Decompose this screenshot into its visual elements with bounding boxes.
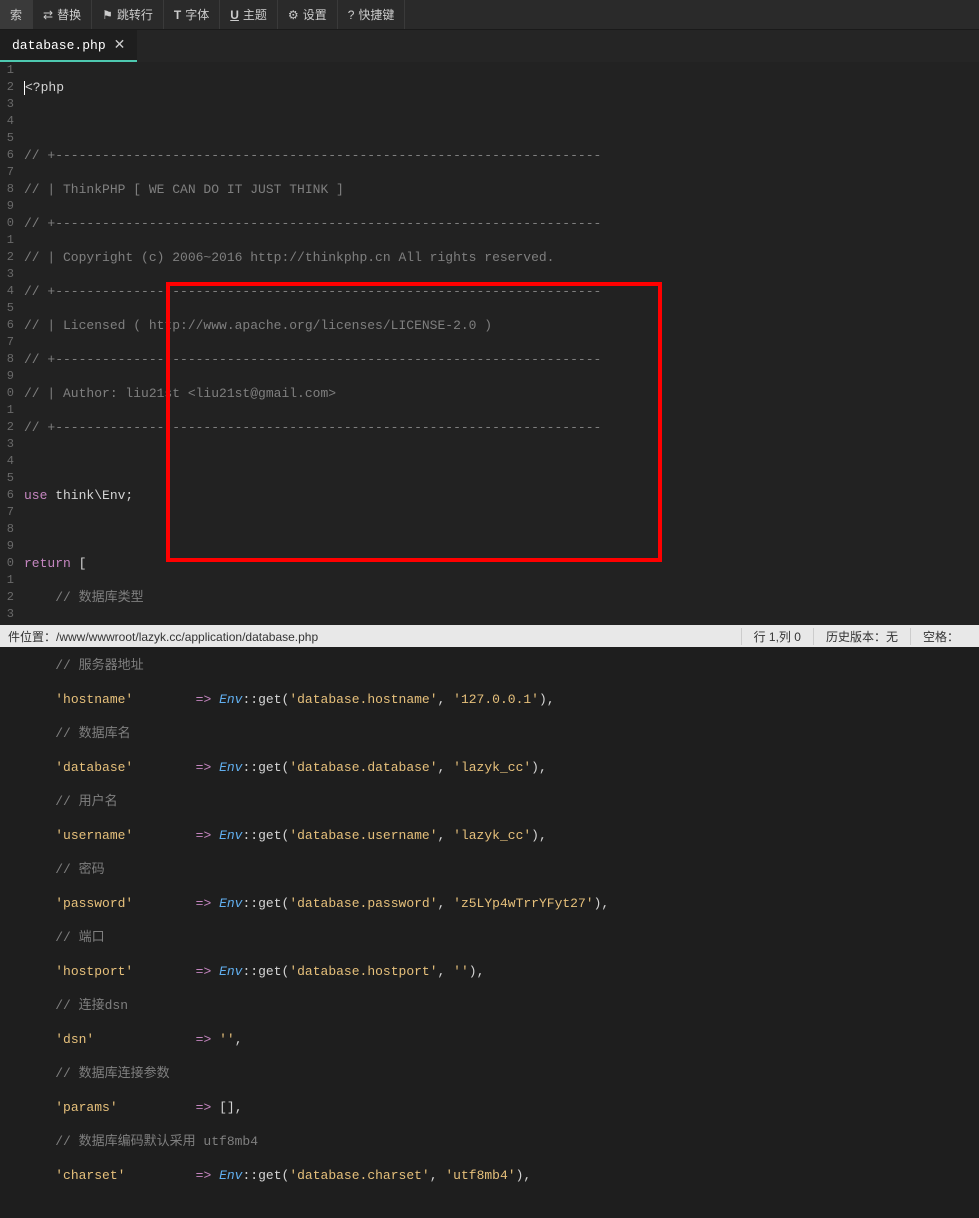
line-number: 1	[0, 62, 14, 79]
code-line: use think\Env;	[24, 487, 979, 504]
line-number: 2	[0, 249, 14, 266]
line-number: 7	[0, 504, 14, 521]
toolbar-theme[interactable]: U 主题	[220, 0, 278, 29]
line-gutter: 1 2 3 4 5 6 7 8 9 0 1 2 3 4 5 6 7 8 9 0 …	[0, 62, 18, 625]
code-line: // 密码	[24, 861, 979, 878]
font-icon: T	[174, 8, 181, 22]
replace-icon: ⇄	[43, 8, 53, 22]
code-line: return [	[24, 555, 979, 572]
line-number: 4	[0, 453, 14, 470]
line-number: 3	[0, 96, 14, 113]
gear-icon: ⚙	[288, 8, 299, 22]
code-area[interactable]: <?php // +------------------------------…	[18, 62, 979, 625]
code-line: // +------------------------------------…	[24, 419, 979, 436]
line-number: 2	[0, 419, 14, 436]
code-line: // 数据库类型	[24, 589, 979, 606]
toolbar-settings[interactable]: ⚙ 设置	[278, 0, 338, 29]
code-line: 'dsn' => '',	[24, 1031, 979, 1048]
code-line: 'charset' => Env::get('database.charset'…	[24, 1167, 979, 1184]
code-line: // +------------------------------------…	[24, 283, 979, 300]
status-cursor-position: 行 1,列 0	[741, 628, 813, 645]
toolbar-search[interactable]: 索	[0, 0, 33, 29]
code-line: // | Licensed ( http://www.apache.org/li…	[24, 317, 979, 334]
code-line: // 数据库名	[24, 725, 979, 742]
line-number: 5	[0, 130, 14, 147]
line-number: 0	[0, 215, 14, 232]
code-line: 'username' => Env::get('database.usernam…	[24, 827, 979, 844]
editor[interactable]: 1 2 3 4 5 6 7 8 9 0 1 2 3 4 5 6 7 8 9 0 …	[0, 62, 979, 625]
code-line: // 数据库连接参数	[24, 1065, 979, 1082]
line-number: 6	[0, 487, 14, 504]
line-number: 3	[0, 266, 14, 283]
line-number: 9	[0, 198, 14, 215]
line-number: 0	[0, 555, 14, 572]
line-number: 1	[0, 402, 14, 419]
close-icon[interactable]: ✕	[114, 37, 126, 54]
line-number: 3	[0, 436, 14, 453]
code-line: // 服务器地址	[24, 657, 979, 674]
tab-database-php[interactable]: database.php ✕	[0, 30, 137, 62]
line-number: 7	[0, 164, 14, 181]
code-line: 'params' => [],	[24, 1099, 979, 1116]
toolbar: 索 ⇄ 替换 ⚑ 跳转行 T 字体 U 主题 ⚙ 设置 ?快捷键	[0, 0, 979, 30]
line-number: 0	[0, 385, 14, 402]
toolbar-label: 替换	[57, 6, 81, 23]
code-line	[24, 521, 979, 538]
toolbar-shortcuts[interactable]: ?快捷键	[338, 0, 406, 29]
line-number: 6	[0, 317, 14, 334]
toolbar-label: 主题	[243, 6, 267, 23]
status-filepath: 件位置：/www/wwwroot/lazyk.cc/application/da…	[8, 628, 741, 645]
code-line: 'password' => Env::get('database.passwor…	[24, 895, 979, 912]
line-number: 2	[0, 79, 14, 96]
code-line: 'hostname' => Env::get('database.hostnam…	[24, 691, 979, 708]
line-number: 6	[0, 147, 14, 164]
status-bar: 件位置：/www/wwwroot/lazyk.cc/application/da…	[0, 625, 979, 647]
code-line: // +------------------------------------…	[24, 351, 979, 368]
line-number: 1	[0, 572, 14, 589]
line-number: 2	[0, 589, 14, 606]
code-line: // +------------------------------------…	[24, 147, 979, 164]
code-line: // 连接dsn	[24, 997, 979, 1014]
code-line	[24, 453, 979, 470]
code-line: // | Copyright (c) 2006~2016 http://thin…	[24, 249, 979, 266]
code-line: // | ThinkPHP [ WE CAN DO IT JUST THINK …	[24, 181, 979, 198]
line-number: 5	[0, 300, 14, 317]
code-line: // 端口	[24, 929, 979, 946]
status-history[interactable]: 历史版本：无	[813, 628, 910, 645]
code-line: // | Author: liu21st <liu21st@gmail.com>	[24, 385, 979, 402]
code-line: // +------------------------------------…	[24, 215, 979, 232]
toolbar-label: 字体	[185, 6, 209, 23]
toolbar-label: 索	[10, 6, 22, 23]
tab-filename: database.php	[12, 38, 106, 53]
toolbar-label: 快捷键	[358, 6, 394, 23]
code-line: 'hostport' => Env::get('database.hostpor…	[24, 963, 979, 980]
code-line: <?php	[24, 79, 979, 96]
line-number: 9	[0, 368, 14, 385]
line-number: 5	[0, 470, 14, 487]
code-line	[24, 113, 979, 130]
line-number: 8	[0, 181, 14, 198]
toolbar-label: 跳转行	[117, 6, 153, 23]
code-line: // 用户名	[24, 793, 979, 810]
goto-icon: ⚑	[102, 8, 113, 22]
tab-bar: database.php ✕	[0, 30, 979, 62]
line-number: 4	[0, 113, 14, 130]
toolbar-goto-line[interactable]: ⚑ 跳转行	[92, 0, 164, 29]
line-number: 9	[0, 538, 14, 555]
toolbar-font[interactable]: T 字体	[164, 0, 220, 29]
code-line: // 数据库编码默认采用 utf8mb4	[24, 1133, 979, 1150]
line-number: 8	[0, 521, 14, 538]
line-number: 1	[0, 232, 14, 249]
theme-icon: U	[230, 8, 239, 22]
line-number: 3	[0, 606, 14, 623]
line-number: 7	[0, 334, 14, 351]
line-number: 8	[0, 351, 14, 368]
toolbar-replace[interactable]: ⇄ 替换	[33, 0, 92, 29]
toolbar-label: 设置	[303, 6, 327, 23]
code-line: 'database' => Env::get('database.databas…	[24, 759, 979, 776]
status-spaces[interactable]: 空格：	[910, 628, 971, 645]
line-number: 4	[0, 283, 14, 300]
help-icon: ?	[348, 8, 355, 22]
